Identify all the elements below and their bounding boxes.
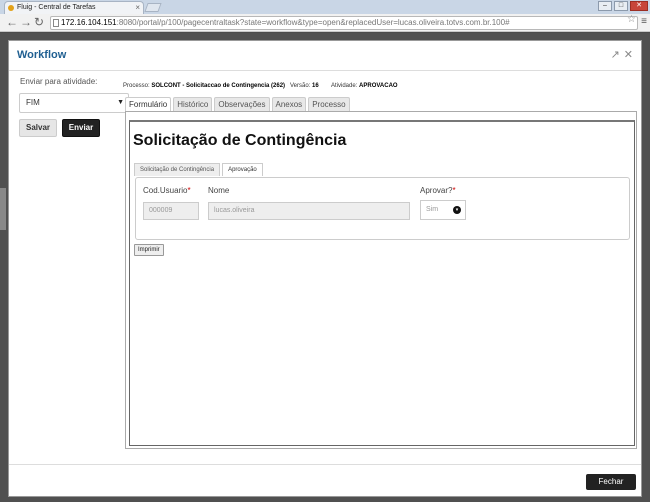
approval-fieldset: Cod.Usuario* 000009 Nome lucas.oliveira …: [135, 177, 630, 240]
version-value: 16: [312, 83, 319, 89]
form-panel: Solicitação de Contingência Solicitação …: [125, 111, 637, 449]
version-meta: Versão: 16: [290, 83, 319, 89]
form-sub-tabs: Solicitação de Contingência Aprovação: [134, 163, 263, 176]
workflow-modal: Workflow ↗ ✕ Enviar para atividade: FIM …: [8, 40, 642, 497]
favicon-icon: [8, 5, 14, 11]
activity-label: Atividade:: [331, 83, 358, 89]
new-tab-button[interactable]: [144, 3, 162, 12]
browser-tab-title: Fluig - Central de Tarefas: [17, 4, 96, 11]
aprovar-select[interactable]: Sim ▾: [420, 200, 466, 220]
page-sidebar-edge: [0, 188, 6, 230]
browser-tab[interactable]: Fluig - Central de Tarefas ×: [4, 1, 144, 14]
nome-label: Nome: [208, 186, 230, 195]
tab-anexos[interactable]: Anexos: [271, 97, 307, 111]
window-controls: – □ ✕: [598, 1, 648, 11]
browser-titlebar: Fluig - Central de Tarefas × – □ ✕: [0, 0, 650, 14]
cod-usuario-field[interactable]: 000009: [143, 202, 199, 220]
address-bar[interactable]: 172.16.104.151:8080/portal/p/100/pagecen…: [50, 16, 638, 30]
maximize-icon[interactable]: □: [614, 1, 628, 11]
tab-observacoes[interactable]: Observações: [214, 97, 270, 111]
tab-formulario[interactable]: Formulário: [125, 97, 172, 111]
close-button[interactable]: Fechar: [586, 474, 636, 490]
expand-icon[interactable]: ↗: [611, 48, 620, 61]
chevron-down-icon: ▾: [453, 206, 461, 214]
modal-title: Workflow: [17, 49, 67, 61]
form-title: Solicitação de Contingência: [133, 132, 347, 149]
version-label: Versão:: [290, 83, 311, 89]
form-frame: Solicitação de Contingência Solicitação …: [129, 120, 635, 446]
activity-meta: Atividade: APROVACAO: [331, 83, 398, 89]
print-button[interactable]: Imprimir: [134, 244, 164, 256]
reload-icon[interactable]: ↻: [34, 15, 44, 29]
aprovar-label: Aprovar?*: [420, 186, 456, 195]
send-button[interactable]: Enviar: [62, 119, 100, 137]
process-meta: Processo: SOLCONT - Solicitaccao de Cont…: [123, 83, 285, 89]
bookmark-star-icon[interactable]: ☆: [627, 14, 636, 25]
browser-menu-icon[interactable]: ≡: [641, 16, 647, 27]
minimize-icon[interactable]: –: [598, 1, 612, 11]
forward-arrow-icon[interactable]: →: [20, 15, 32, 29]
tab-aprovacao[interactable]: Aprovação: [222, 163, 263, 176]
window-close-icon[interactable]: ✕: [630, 1, 648, 11]
send-to-activity-label: Enviar para atividade:: [20, 77, 98, 86]
tab-close-icon[interactable]: ×: [135, 2, 140, 13]
process-value: SOLCONT - Solicitaccao de Contingencia (…: [151, 83, 286, 89]
page-icon: [53, 19, 59, 27]
aprovar-value: Sim: [426, 206, 439, 213]
save-button[interactable]: Salvar: [19, 119, 57, 137]
tab-solicitacao[interactable]: Solicitação de Contingência: [134, 163, 221, 176]
main-tabs: Formulário Histórico Observações Anexos …: [125, 97, 350, 111]
nome-field[interactable]: lucas.oliveira: [208, 202, 410, 220]
modal-header: Workflow ↗ ✕: [9, 41, 641, 71]
activity-value: APROVACAO: [359, 83, 398, 89]
back-arrow-icon[interactable]: ←: [6, 15, 18, 29]
browser-toolbar: ← → ↻ 172.16.104.151:8080/portal/p/100/p…: [0, 14, 650, 32]
modal-footer: Fechar: [9, 464, 641, 496]
url-host: 172.16.104.151: [61, 18, 117, 27]
cod-usuario-label: Cod.Usuario*: [143, 186, 191, 195]
tab-processo[interactable]: Processo: [308, 97, 350, 111]
url-path: :8080/portal/p/100/pagecentraltask?state…: [116, 18, 510, 27]
activity-select[interactable]: FIM ▼: [19, 93, 129, 113]
chevron-down-icon: ▼: [117, 99, 124, 106]
tab-historico[interactable]: Histórico: [173, 97, 213, 111]
process-label: Processo:: [123, 83, 150, 89]
activity-select-value: FIM: [26, 98, 40, 107]
modal-header-icons: ↗ ✕: [611, 48, 633, 61]
modal-close-icon[interactable]: ✕: [624, 48, 633, 61]
